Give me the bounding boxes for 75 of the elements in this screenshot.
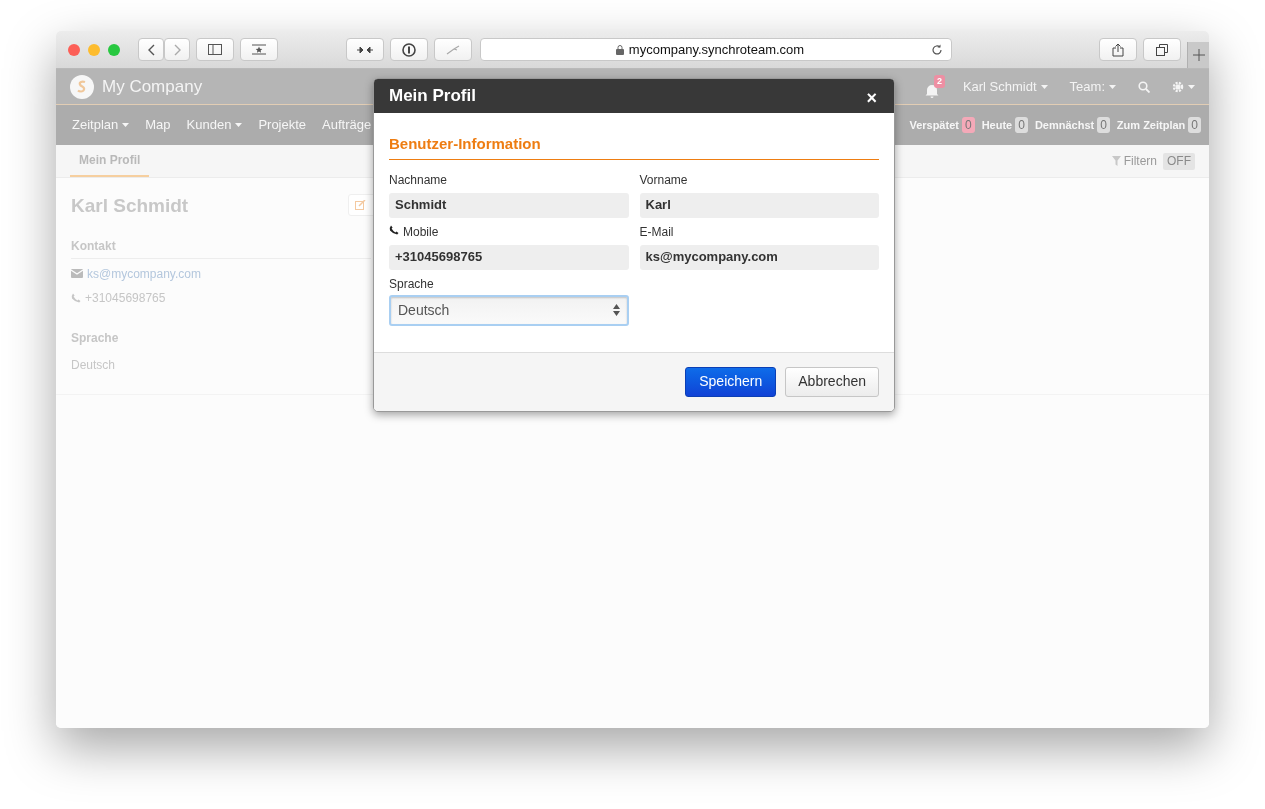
phone-icon [71,292,81,303]
close-button[interactable]: × [866,89,877,107]
field-label: Nachname [389,171,448,189]
minimize-window-icon[interactable] [88,43,100,56]
counter-badge: 0 [1097,117,1110,133]
counter-badge: 0 [1188,117,1201,133]
back-button[interactable] [138,38,164,61]
tabs-icon [1156,43,1168,56]
star-icon [252,44,266,55]
settings-icon [1172,80,1184,93]
share-icon [1112,42,1124,57]
edit-icon [355,200,366,210]
settings-menu[interactable] [1172,80,1195,93]
brand-name[interactable]: My Company [102,73,203,100]
counter-label[interactable]: Demnächst [1034,116,1095,134]
nav-item[interactable]: Projekte [258,115,307,135]
sidebar-icon [208,44,222,55]
envelope-icon [71,269,83,278]
field-label: Sprache [389,275,434,293]
password-button[interactable] [390,38,428,61]
share-button[interactable] [1099,38,1137,61]
forward-button[interactable] [164,38,190,61]
text-field[interactable]: ks@mycompany.com [639,244,879,270]
counter-badge: 0 [1015,117,1028,133]
nav-item[interactable]: Map [145,115,171,135]
text-field[interactable]: +31045698765 [389,244,629,270]
language-select[interactable]: Deutsch [389,294,629,326]
notification-badge: 2 [933,75,945,88]
chevron-right-icon [173,43,181,56]
nav-item[interactable]: Kunden [186,115,243,135]
bell-icon [924,83,939,98]
new-tab-button[interactable] [1187,42,1209,68]
keyhole-icon [402,42,416,57]
tabs-button[interactable] [1143,38,1181,61]
plus-icon [1192,49,1205,61]
nav-item[interactable]: Zeitplan [72,115,130,135]
bookmarks-button[interactable] [240,38,278,61]
counter-label[interactable]: Verspätet [909,116,959,134]
user-menu[interactable]: Karl Schmidt [962,76,1048,97]
caret-icon [1188,84,1195,89]
section-heading: Benutzer-Information [389,133,879,160]
filter-toggle[interactable]: OFF [1163,152,1195,170]
counter-label[interactable]: Heute [981,116,1013,134]
chevron-left-icon [147,43,155,56]
search-icon[interactable] [1138,80,1150,93]
caret-icon [1109,84,1116,89]
extension-button[interactable] [346,38,384,61]
field-label: E-Mail [639,223,674,241]
counter-label[interactable]: Zum Zeitplan [1116,116,1186,134]
email-link[interactable]: ks@mycompany.com [87,264,201,283]
team-menu[interactable]: Team: [1069,76,1116,97]
close-window-icon[interactable] [68,43,80,56]
cancel-button[interactable]: Abbrechen [785,366,879,397]
save-button[interactable]: Speichern [685,366,777,397]
address-bar[interactable]: mycompany.synchroteam.com [480,38,952,61]
text-field[interactable]: Karl [639,192,879,218]
updown-arrows-icon [612,304,620,316]
caret-icon [1040,84,1048,89]
sidebar-button[interactable] [196,38,234,61]
filter-label: Filtern [1123,153,1157,170]
phone-icon [389,224,399,235]
maximize-window-icon[interactable] [108,43,120,56]
url-text: mycompany.synchroteam.com [628,40,805,59]
lock-icon [615,44,624,55]
field-label: Mobile [403,223,439,241]
nav-item[interactable]: Aufträge [322,115,372,135]
field-label: Vorname [639,171,688,189]
notifications-button[interactable]: 2 [924,75,945,98]
filter-icon [1111,156,1121,166]
logo-icon [70,74,94,99]
reload-icon[interactable] [931,43,943,56]
text-field[interactable]: Schmidt [389,192,629,218]
arrows-icon [357,44,373,55]
counter-badge: 0 [961,117,975,133]
dialog-title: Mein Profil [389,85,476,108]
